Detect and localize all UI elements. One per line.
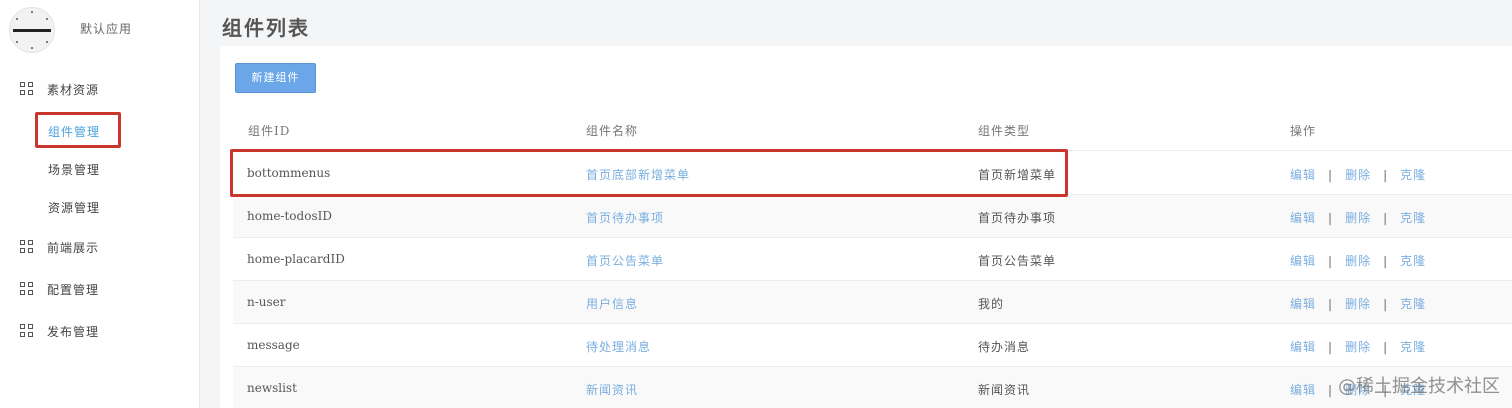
- cell-type: 首页待办事项: [978, 211, 1057, 225]
- clone-link[interactable]: 克隆: [1400, 168, 1426, 182]
- clone-link[interactable]: 克隆: [1400, 211, 1426, 225]
- cell-type: 新闻资讯: [978, 383, 1031, 397]
- action-separator: |: [1328, 383, 1334, 397]
- clone-link[interactable]: 克隆: [1400, 340, 1426, 354]
- cell-id: n-user: [247, 295, 286, 309]
- action-separator: |: [1383, 340, 1389, 354]
- table-row: newslist 新闻资讯 新闻资讯 编辑 | 删除 | 克隆: [233, 367, 1512, 408]
- row-actions: 编辑 | 删除 | 克隆: [1290, 338, 1426, 355]
- sidebar-group-label: 前端展示: [47, 241, 100, 255]
- action-separator: |: [1328, 340, 1334, 354]
- grid-icon: [20, 240, 33, 253]
- edit-link[interactable]: 编辑: [1290, 168, 1316, 182]
- cell-id: home-todosID: [247, 209, 332, 223]
- edit-link[interactable]: 编辑: [1290, 297, 1316, 311]
- sidebar-group-frontend[interactable]: 前端展示: [0, 232, 200, 262]
- column-header-id: 组件ID: [248, 124, 291, 138]
- row-actions: 编辑 | 删除 | 克隆: [1290, 209, 1426, 226]
- edit-link[interactable]: 编辑: [1290, 383, 1316, 397]
- watermark: @稀土掘金技术社区: [1338, 376, 1500, 397]
- table-row: home-todosID 首页待办事项 首页待办事项 编辑 | 删除 | 克隆: [233, 195, 1512, 238]
- cell-id: home-placardID: [247, 252, 345, 266]
- delete-link[interactable]: 删除: [1345, 340, 1371, 354]
- cell-name-link[interactable]: 新闻资讯: [586, 381, 638, 398]
- sidebar-item-resources[interactable]: 资源管理: [48, 199, 100, 216]
- cell-id: newslist: [247, 381, 297, 395]
- sidebar: 默认应用 素材资源 组件管理 场景管理 资源管理 前端展示 配置管理 发布管理: [0, 0, 200, 408]
- action-separator: |: [1328, 297, 1334, 311]
- action-separator: |: [1383, 297, 1389, 311]
- grid-icon: [20, 82, 33, 95]
- sidebar-group-label: 配置管理: [47, 283, 100, 297]
- sidebar-item-scenes[interactable]: 场景管理: [48, 161, 100, 178]
- row-actions: 编辑 | 删除 | 克隆: [1290, 252, 1426, 269]
- table-row: n-user 用户信息 我的 编辑 | 删除 | 克隆: [233, 281, 1512, 324]
- action-separator: |: [1328, 168, 1334, 182]
- sidebar-group-label: 素材资源: [47, 83, 100, 97]
- delete-link[interactable]: 删除: [1345, 211, 1371, 225]
- action-separator: |: [1383, 211, 1389, 225]
- cell-type: 首页公告菜单: [978, 254, 1057, 268]
- row-actions: 编辑 | 删除 | 克隆: [1290, 166, 1426, 183]
- sidebar-group-assets[interactable]: 素材资源: [0, 74, 200, 104]
- table-row: home-placardID 首页公告菜单 首页公告菜单 编辑 | 删除 | 克隆: [233, 238, 1512, 281]
- clone-link[interactable]: 克隆: [1400, 254, 1426, 268]
- sidebar-group-label: 发布管理: [47, 325, 100, 339]
- column-header-type: 组件类型: [978, 124, 1031, 138]
- cell-type: 待办消息: [978, 340, 1031, 354]
- page-title: 组件列表: [222, 16, 310, 40]
- edit-link[interactable]: 编辑: [1290, 211, 1316, 225]
- grid-icon: [20, 324, 33, 337]
- action-separator: |: [1383, 254, 1389, 268]
- edit-link[interactable]: 编辑: [1290, 254, 1316, 268]
- table-row: message 待处理消息 待办消息 编辑 | 删除 | 克隆: [233, 324, 1512, 367]
- sidebar-group-config[interactable]: 配置管理: [0, 274, 200, 304]
- sidebar-group-publish[interactable]: 发布管理: [0, 316, 200, 346]
- delete-link[interactable]: 删除: [1345, 297, 1371, 311]
- row-actions: 编辑 | 删除 | 克隆: [1290, 295, 1426, 312]
- grid-icon: [20, 282, 33, 295]
- cell-name-link[interactable]: 首页待办事项: [586, 209, 664, 226]
- app-header: 默认应用: [0, 0, 200, 60]
- annotation-highlight-box: [230, 149, 1068, 197]
- table-header: 组件ID 组件名称 组件类型 操作: [233, 110, 1512, 151]
- edit-link[interactable]: 编辑: [1290, 340, 1316, 354]
- action-separator: |: [1328, 211, 1334, 225]
- app-logo: [9, 7, 55, 53]
- cell-type: 我的: [978, 297, 1005, 311]
- new-component-button[interactable]: 新建组件: [235, 63, 316, 93]
- app-name: 默认应用: [80, 22, 133, 36]
- action-separator: |: [1328, 254, 1334, 268]
- delete-link[interactable]: 删除: [1345, 254, 1371, 268]
- cell-name-link[interactable]: 用户信息: [586, 295, 638, 312]
- cell-id: message: [247, 338, 300, 352]
- column-header-name: 组件名称: [586, 124, 639, 138]
- annotation-highlight-box: [35, 112, 121, 148]
- delete-link[interactable]: 删除: [1345, 168, 1371, 182]
- column-header-actions: 操作: [1290, 124, 1317, 138]
- action-separator: |: [1383, 168, 1389, 182]
- cell-name-link[interactable]: 首页公告菜单: [586, 252, 664, 269]
- clone-link[interactable]: 克隆: [1400, 297, 1426, 311]
- cell-name-link[interactable]: 待处理消息: [586, 338, 651, 355]
